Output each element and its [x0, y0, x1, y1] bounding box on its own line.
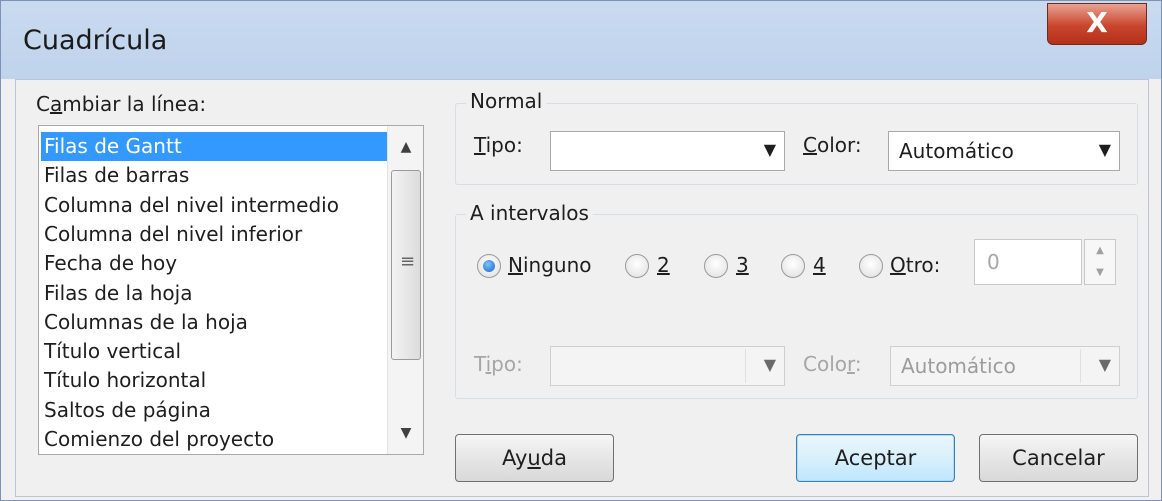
intervals-color-dropdown[interactable]: Automático ▼	[890, 346, 1120, 386]
ok-button[interactable]: Aceptar	[796, 434, 955, 482]
chevron-down-icon: ▼	[763, 140, 776, 159]
otro-number-input[interactable]: 0	[974, 239, 1082, 285]
scroll-grip-icon: ≡	[400, 251, 416, 272]
scroll-thumb[interactable]: ≡	[391, 170, 421, 360]
radio-ninguno[interactable]	[477, 254, 501, 278]
chevron-down-icon: ▼	[1098, 140, 1111, 159]
title-bar: Cuadrícula X	[1, 1, 1161, 79]
otro-spinner[interactable]: ▲ ▼	[1084, 239, 1116, 285]
list-item[interactable]: Columna del nivel intermedio	[41, 191, 387, 220]
scroll-up-arrow-icon[interactable]: ▲	[388, 132, 423, 162]
intervals-color-value: Automático	[901, 354, 1016, 378]
list-item[interactable]: Filas de Gantt	[41, 132, 387, 161]
list-item[interactable]: Título horizontal	[41, 366, 387, 395]
change-line-label: Cambiar la línea:	[36, 92, 207, 116]
line-listbox[interactable]: Filas de Gantt Filas de barras Columna del…	[38, 125, 424, 455]
radio-3-label[interactable]: 3	[736, 253, 749, 277]
normal-group-label: Normal	[466, 89, 547, 113]
close-button[interactable]: X	[1047, 3, 1147, 45]
dropdown-separator	[745, 349, 746, 383]
radio-4[interactable]	[781, 254, 805, 278]
intervals-color-label: Color:	[803, 352, 862, 376]
intervals-tipo-dropdown[interactable]: ▼	[550, 346, 785, 386]
chevron-down-icon: ▼	[1098, 355, 1111, 374]
normal-color-dropdown[interactable]: Automático ▼	[888, 131, 1120, 171]
list-item[interactable]: Filas de barras	[41, 161, 387, 190]
normal-color-label: Color:	[803, 133, 862, 157]
radio-2-label[interactable]: 2	[657, 253, 670, 277]
list-item[interactable]: Título vertical	[41, 337, 387, 366]
scroll-down-arrow-icon[interactable]: ▼	[388, 418, 423, 448]
intervals-tipo-label: Tipo:	[474, 352, 523, 376]
normal-color-value: Automático	[899, 139, 1014, 163]
list-item[interactable]: Filas de la hoja	[41, 279, 387, 308]
list-scrollbar[interactable]: ▲ ≡ ▼	[387, 126, 423, 454]
intervals-group-label: A intervalos	[466, 201, 593, 225]
list-item[interactable]: Comienzo del proyecto	[41, 425, 387, 454]
list-item[interactable]: Columnas de la hoja	[41, 308, 387, 337]
chevron-down-icon: ▼	[763, 355, 776, 374]
spin-down-icon[interactable]: ▼	[1085, 262, 1115, 284]
normal-tipo-label: Tipo:	[474, 133, 523, 157]
normal-tipo-dropdown[interactable]: ▼	[550, 131, 785, 171]
radio-otro-label[interactable]: Otro:	[890, 253, 940, 277]
help-button[interactable]: Ayuda	[455, 434, 614, 482]
list-item[interactable]: Fecha de hoy	[41, 249, 387, 278]
otro-number-value: 0	[987, 250, 1000, 274]
radio-2[interactable]	[625, 254, 649, 278]
spin-up-icon[interactable]: ▲	[1085, 240, 1115, 262]
radio-4-label[interactable]: 4	[813, 253, 826, 277]
radio-3[interactable]	[704, 254, 728, 278]
list-item[interactable]: Saltos de página	[41, 396, 387, 425]
window-title: Cuadrícula	[23, 25, 168, 56]
dropdown-separator	[1080, 349, 1081, 383]
radio-otro[interactable]	[859, 254, 883, 278]
cancel-button[interactable]: Cancelar	[979, 434, 1138, 482]
radio-ninguno-label[interactable]: Ninguno	[508, 253, 591, 277]
list-item[interactable]: Columna del nivel inferior	[41, 220, 387, 249]
